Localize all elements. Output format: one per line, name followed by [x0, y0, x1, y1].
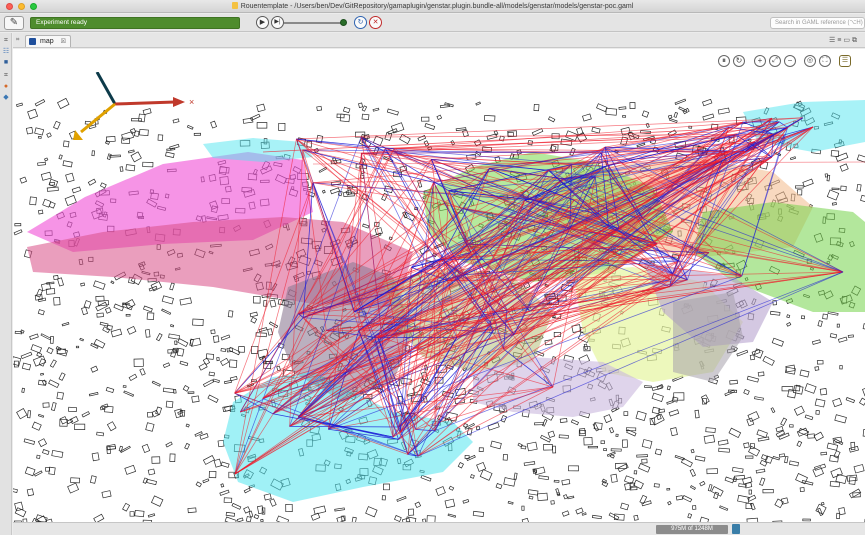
- window-title: Rouentemplate - /Users/ben/Dev/GitReposi…: [240, 3, 634, 10]
- axis-x: [114, 100, 176, 106]
- folder-icon[interactable]: ■: [2, 59, 10, 67]
- pause-display-button[interactable]: ⏸: [718, 55, 730, 67]
- axis-y: [95, 72, 117, 105]
- title-bar: Rouentemplate - /Users/ben/Dev/GitReposi…: [0, 0, 865, 13]
- tab-map-label: map: [40, 38, 54, 45]
- gaml-search-input[interactable]: Search in GAML reference (⌥H): [770, 17, 865, 29]
- outline-icon[interactable]: ☷: [2, 48, 10, 56]
- gama-window: Rouentemplate - /Users/ben/Dev/GitReposi…: [0, 0, 865, 535]
- reload-experiment-button[interactable]: ↻: [354, 16, 367, 29]
- trash-icon[interactable]: [732, 524, 740, 534]
- speed-slider-knob[interactable]: [340, 19, 347, 26]
- pin-icon[interactable]: ⌗: [2, 37, 10, 45]
- layers-menu-button[interactable]: ☰: [839, 55, 851, 67]
- pin-icon-2[interactable]: ⌗: [2, 72, 10, 80]
- tab-close-icon[interactable]: ☒: [61, 39, 66, 45]
- zoom-out-button[interactable]: −: [784, 55, 796, 67]
- axis-z: [80, 102, 116, 134]
- document-icon: [231, 2, 238, 9]
- view-tools: ☰≡▭⧉: [829, 36, 859, 45]
- bottom-status-bar: 975M of 1248M: [13, 522, 865, 535]
- experiment-status: Experiment ready: [30, 17, 240, 29]
- map-display[interactable]: ×: [13, 72, 865, 522]
- step-button[interactable]: ▶|: [271, 16, 284, 29]
- main-toolbar: ✎ Experiment ready ▶ ▶| ↻ ✕ Search in GA…: [0, 14, 865, 32]
- axis-origin-marker: ×: [189, 97, 194, 107]
- console-icon[interactable]: ◆: [2, 94, 10, 102]
- speed-slider[interactable]: [284, 19, 348, 27]
- memory-indicator[interactable]: 975M of 1248M: [656, 525, 728, 534]
- map-view-icon: [29, 38, 36, 45]
- zoom-in-button[interactable]: +: [754, 55, 766, 67]
- view-tab-bar: ⌗ map ☒ ☰≡▭⧉: [13, 33, 865, 48]
- close-experiment-button[interactable]: ✕: [369, 16, 382, 29]
- sync-display-button[interactable]: ↻: [733, 55, 745, 67]
- tab-map[interactable]: map ☒: [25, 35, 71, 47]
- zone-cyan-east: [743, 100, 865, 152]
- maximize-view-icon[interactable]: ⧉: [852, 37, 859, 44]
- axes-gizmo: ×: [73, 72, 194, 140]
- fullscreen-button[interactable]: ⛶: [819, 55, 831, 67]
- map-svg[interactable]: ×: [13, 72, 865, 522]
- play-button[interactable]: ▶: [256, 16, 269, 29]
- window-title-wrap: Rouentemplate - /Users/ben/Dev/GitReposi…: [0, 2, 865, 10]
- left-trim: ⌗ ☷ ■ ⌗ ● ◆: [0, 33, 12, 535]
- zone-grey: [673, 292, 743, 382]
- snapshot-button[interactable]: ◎: [804, 55, 816, 67]
- minimize-view-icon[interactable]: ▭: [843, 37, 852, 44]
- map-toolbar: ⏸ ↻ + ⤢ − ◎ ⛶ ☰: [13, 49, 865, 72]
- agents-icon[interactable]: ●: [2, 83, 10, 91]
- axis-x-arrow: [173, 97, 185, 107]
- edit-perspective-icon[interactable]: ✎: [4, 16, 24, 30]
- speed-slider-track: [284, 22, 344, 24]
- view-pin-icon[interactable]: ⌗: [16, 37, 19, 44]
- zoom-fit-button[interactable]: ⤢: [769, 55, 781, 67]
